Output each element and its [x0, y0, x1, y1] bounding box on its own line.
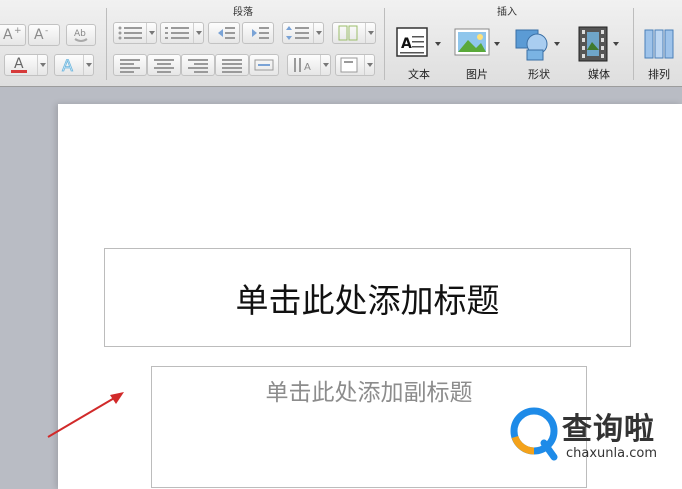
chevron-down-icon[interactable] — [193, 23, 203, 43]
bullet-list-icon — [118, 26, 142, 40]
svg-text:A: A — [401, 36, 412, 52]
clear-format-icon: Ab — [74, 29, 88, 42]
chevron-down-icon[interactable] — [494, 42, 500, 46]
insert-picture-button[interactable]: 图片 — [452, 22, 506, 84]
insert-shape-label: 形状 — [528, 68, 550, 81]
chevron-down-icon[interactable] — [37, 55, 47, 75]
columns-icon — [338, 25, 358, 41]
distribute-button[interactable] — [249, 54, 279, 76]
align-text-button[interactable] — [335, 54, 375, 76]
increase-indent-button[interactable] — [242, 22, 274, 44]
align-left-button[interactable] — [113, 54, 147, 76]
insert-shape-button[interactable]: 形状 — [512, 22, 566, 84]
align-right-icon — [188, 59, 208, 73]
align-center-icon — [154, 59, 174, 73]
chevron-down-icon[interactable] — [365, 23, 375, 43]
ribbon-separator — [106, 8, 107, 80]
ribbon-separator — [633, 8, 634, 80]
chevron-down-icon[interactable] — [554, 42, 560, 46]
watermark-text: 查询啦 — [562, 412, 655, 447]
insert-group-title: 插入 — [497, 7, 517, 18]
chevron-down-icon[interactable] — [320, 55, 330, 75]
shrink-font-glyph: A — [34, 27, 44, 43]
line-spacing-icon — [286, 26, 309, 40]
clear-format-button[interactable]: Ab — [66, 24, 96, 46]
insert-media-button[interactable]: 媒体 — [572, 22, 626, 84]
decrease-indent-icon — [218, 27, 235, 39]
chevron-down-icon[interactable] — [364, 55, 374, 75]
shrink-font-minus: - — [45, 26, 49, 36]
align-right-button[interactable] — [181, 54, 215, 76]
annotation-arrow-icon — [47, 392, 124, 438]
watermark-logo-icon — [510, 407, 558, 461]
grow-font-button[interactable]: A + — [0, 24, 26, 46]
chevron-down-icon[interactable] — [613, 42, 619, 46]
chevron-down-icon[interactable] — [146, 23, 156, 43]
columns-button[interactable] — [332, 22, 376, 44]
text-direction-button[interactable]: A — [287, 54, 331, 76]
grow-font-plus: + — [14, 26, 22, 36]
title-placeholder-box[interactable]: 单击此处添加标题 — [104, 248, 631, 347]
media-icon — [578, 26, 608, 62]
subtitle-placeholder-text: 单击此处添加副标题 — [265, 380, 473, 406]
grow-font-glyph: A — [3, 27, 13, 43]
increase-indent-icon — [252, 27, 269, 39]
shapes-icon — [515, 29, 548, 61]
arrange-label: 排列 — [648, 68, 670, 81]
decrease-indent-button[interactable] — [208, 22, 240, 44]
numbered-list-icon — [165, 27, 189, 39]
paragraph-group-title: 段落 — [233, 7, 253, 18]
justify-button[interactable] — [215, 54, 249, 76]
arrange-button[interactable]: 排列 — [638, 22, 682, 84]
text-direction-icon: A — [294, 58, 311, 73]
insert-text-label: 文本 — [408, 68, 430, 81]
arrange-icon — [644, 29, 674, 59]
align-center-button[interactable] — [147, 54, 181, 76]
svg-text:A: A — [62, 56, 73, 75]
text-effects-icon: A — [62, 56, 74, 75]
bullets-button[interactable] — [113, 22, 157, 44]
insert-media-label: 媒体 — [588, 68, 610, 81]
chevron-down-icon[interactable] — [435, 42, 441, 46]
numbering-button[interactable] — [160, 22, 204, 44]
svg-text:Ab: Ab — [74, 29, 86, 39]
distribute-icon — [254, 59, 274, 71]
svg-text:A: A — [304, 62, 311, 73]
justify-icon — [222, 59, 242, 73]
font-color-swatch — [11, 70, 27, 73]
chevron-down-icon[interactable] — [83, 55, 93, 75]
ribbon-separator — [384, 8, 385, 80]
picture-icon — [454, 28, 490, 56]
title-placeholder-text: 单击此处添加标题 — [235, 280, 500, 320]
line-spacing-button[interactable] — [282, 22, 324, 44]
insert-picture-label: 图片 — [466, 68, 488, 81]
watermark-url: chaxunla.com — [566, 446, 657, 461]
chevron-down-icon[interactable] — [313, 23, 323, 43]
font-color-button[interactable]: A — [4, 54, 48, 76]
shrink-font-button[interactable]: A - — [28, 24, 60, 46]
align-left-icon — [120, 59, 140, 73]
ribbon: A + A - Ab A A 段落 A 插入 A 文本 图片 形状 媒体 排列 — [0, 0, 682, 87]
text-effects-button[interactable]: A — [54, 54, 94, 76]
text-box-icon: A — [396, 27, 428, 57]
align-text-icon — [340, 57, 358, 73]
insert-text-button[interactable]: A 文本 — [392, 22, 446, 84]
